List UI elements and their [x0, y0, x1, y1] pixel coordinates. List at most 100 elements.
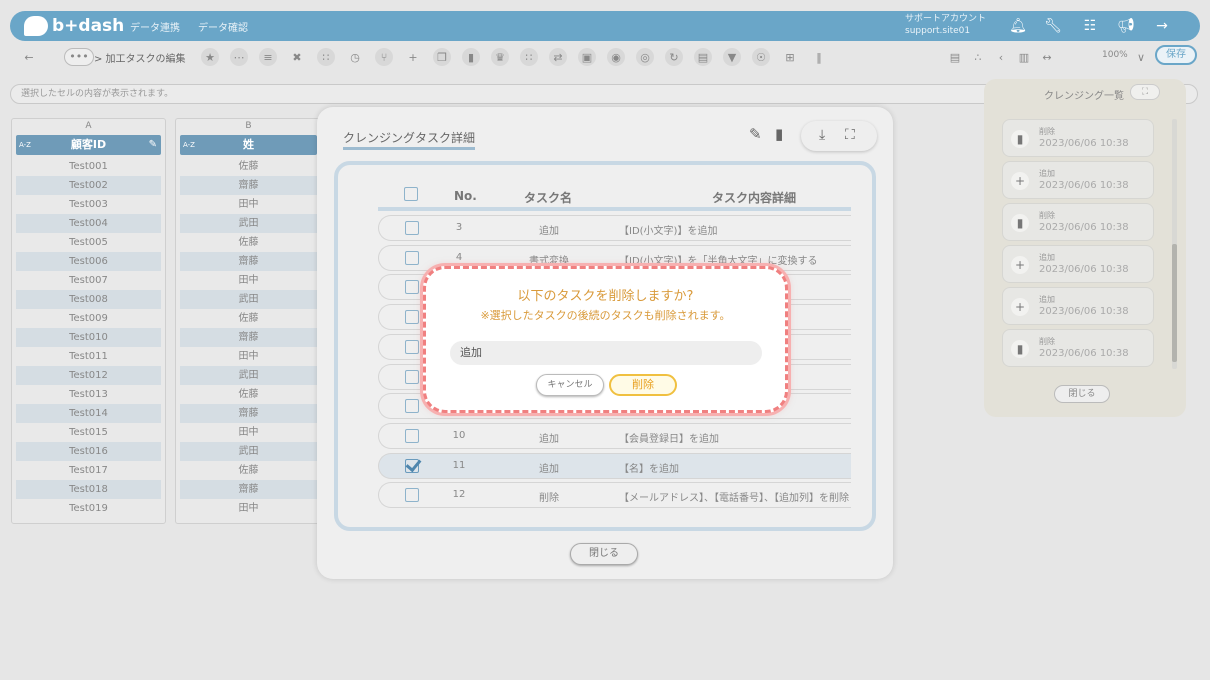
- columns-icon[interactable]: ‖: [810, 48, 828, 66]
- panel-close-button[interactable]: 閉じる: [1054, 385, 1110, 403]
- scrollbar[interactable]: [1172, 119, 1177, 369]
- code-icon[interactable]: ↔: [1038, 48, 1056, 66]
- table-cell[interactable]: Test007: [16, 271, 161, 290]
- copy-icon[interactable]: ❐: [433, 48, 451, 66]
- table-cell[interactable]: 武田: [180, 442, 317, 461]
- trash-icon[interactable]: ▮: [775, 125, 783, 143]
- bell-icon[interactable]: 🔔︎: [1008, 16, 1028, 36]
- nav-data-check[interactable]: データ確認: [198, 19, 248, 34]
- table-cell[interactable]: 佐藤: [180, 233, 317, 252]
- table-cell[interactable]: 田中: [180, 195, 317, 214]
- table-cell[interactable]: Test015: [16, 423, 161, 442]
- table-cell[interactable]: Test006: [16, 252, 161, 271]
- account-info[interactable]: サポートアカウント support.site01: [905, 13, 986, 37]
- table-cell[interactable]: 齋藤: [180, 176, 317, 195]
- table-cell[interactable]: 佐藤: [180, 157, 317, 176]
- select-all-checkbox[interactable]: [404, 187, 418, 201]
- table-cell[interactable]: 佐藤: [180, 385, 317, 404]
- table-cell[interactable]: 田中: [180, 347, 317, 366]
- clipboard-icon[interactable]: ▤: [946, 48, 964, 66]
- document-icon[interactable]: ▥: [1015, 48, 1033, 66]
- nav-data-link[interactable]: データ連携: [130, 19, 180, 34]
- table-cell[interactable]: Test018: [16, 480, 161, 499]
- edit-icon[interactable]: ✎: [749, 125, 762, 143]
- network-icon[interactable]: ∴: [969, 48, 987, 66]
- tools-icon[interactable]: ✖: [288, 48, 306, 66]
- drag-icon[interactable]: ∷: [520, 48, 538, 66]
- table-cell[interactable]: 田中: [180, 499, 317, 518]
- scrollbar-thumb[interactable]: [1172, 244, 1177, 362]
- row-checkbox[interactable]: [405, 280, 419, 295]
- row-checkbox[interactable]: [405, 488, 419, 503]
- table-cell[interactable]: Test003: [16, 195, 161, 214]
- table-cell[interactable]: Test016: [16, 442, 161, 461]
- share-icon[interactable]: ‹: [992, 48, 1010, 66]
- expand-icon[interactable]: ⛶: [1130, 84, 1160, 100]
- table-cell[interactable]: Test001: [16, 157, 161, 176]
- table-cell[interactable]: Test013: [16, 385, 161, 404]
- table-cell[interactable]: 齋藤: [180, 404, 317, 423]
- table-cell[interactable]: 齋藤: [180, 480, 317, 499]
- table-row[interactable]: 10 追加 【会員登録日】を追加: [378, 422, 851, 449]
- breadcrumb-more-button[interactable]: •••: [64, 48, 94, 66]
- table-cell[interactable]: 田中: [180, 423, 317, 442]
- table-cell[interactable]: 齋藤: [180, 328, 317, 347]
- table-cell[interactable]: 武田: [180, 214, 317, 233]
- refresh-icon[interactable]: ↻: [665, 48, 683, 66]
- app-logo[interactable]: b+dash: [24, 14, 124, 38]
- row-checkbox[interactable]: [405, 310, 419, 325]
- table-row[interactable]: 3 追加 【ID(小文字)】を追加: [378, 215, 851, 241]
- save-button[interactable]: 保存: [1155, 45, 1197, 65]
- target-icon[interactable]: ◎: [636, 48, 654, 66]
- lock-icon[interactable]: ▣: [578, 48, 596, 66]
- back-arrow-icon[interactable]: ←: [20, 48, 38, 66]
- table-cell[interactable]: Test012: [16, 366, 161, 385]
- row-checkbox[interactable]: [405, 221, 419, 235]
- table-row[interactable]: 11 追加 【名】を追加: [378, 452, 851, 479]
- cancel-button[interactable]: キャンセル: [536, 374, 604, 396]
- table-cell[interactable]: Test010: [16, 328, 161, 347]
- megaphone-icon[interactable]: 📢︎: [1116, 16, 1136, 36]
- row-checkbox[interactable]: [405, 428, 419, 443]
- row-checkbox[interactable]: [405, 399, 419, 414]
- grid-icon[interactable]: ☷: [1080, 16, 1100, 36]
- row-checkbox[interactable]: [405, 458, 419, 473]
- list-item[interactable]: + 追加 2023/06/06 10:38: [1002, 161, 1154, 199]
- crown-icon[interactable]: ♛: [491, 48, 509, 66]
- column-header[interactable]: A-Z 顧客ID ✎: [16, 135, 161, 155]
- more-icon[interactable]: ⋯: [230, 48, 248, 66]
- split-icon[interactable]: ∷: [317, 48, 335, 66]
- download-icon[interactable]: ⤓: [819, 127, 825, 143]
- list-item[interactable]: + 追加 2023/06/06 10:38: [1002, 287, 1154, 325]
- fullscreen-icon[interactable]: ⛶: [845, 127, 855, 143]
- table-cell[interactable]: Test005: [16, 233, 161, 252]
- group-icon[interactable]: ☉: [752, 48, 770, 66]
- delete-button[interactable]: 削除: [609, 374, 677, 396]
- table-row[interactable]: 12 削除 【メールアドレス】、【電話番号】、【追加列】を削除: [378, 482, 851, 509]
- list-item[interactable]: ▮ 削除 2023/06/06 10:38: [1002, 119, 1154, 157]
- trash-icon[interactable]: ▮: [462, 48, 480, 66]
- table-cell[interactable]: 佐藤: [180, 309, 317, 328]
- swap-icon[interactable]: ⇄: [549, 48, 567, 66]
- table-cell[interactable]: Test009: [16, 309, 161, 328]
- table-cell[interactable]: Test004: [16, 214, 161, 233]
- table-cell[interactable]: Test002: [16, 176, 161, 195]
- star-icon[interactable]: ★: [201, 48, 219, 66]
- table-cell[interactable]: Test019: [16, 499, 161, 518]
- table-cell[interactable]: Test008: [16, 290, 161, 309]
- comment-icon[interactable]: ≡: [259, 48, 277, 66]
- table-cell[interactable]: 田中: [180, 271, 317, 290]
- zoom-select[interactable]: 100%: [1102, 50, 1128, 60]
- logout-icon[interactable]: →: [1152, 16, 1172, 36]
- modal-close-button[interactable]: 閉じる: [570, 543, 638, 565]
- add-icon[interactable]: +: [404, 48, 422, 66]
- flask-icon[interactable]: ◉: [607, 48, 625, 66]
- merge-icon[interactable]: ⑂: [375, 48, 393, 66]
- table-cell[interactable]: Test017: [16, 461, 161, 480]
- chevron-down-icon[interactable]: ∨: [1132, 48, 1150, 66]
- table-cell[interactable]: 齋藤: [180, 252, 317, 271]
- timer-icon[interactable]: ◷: [346, 48, 364, 66]
- list-item[interactable]: ▮ 削除 2023/06/06 10:38: [1002, 203, 1154, 241]
- table-cell[interactable]: 佐藤: [180, 461, 317, 480]
- table-cell[interactable]: Test014: [16, 404, 161, 423]
